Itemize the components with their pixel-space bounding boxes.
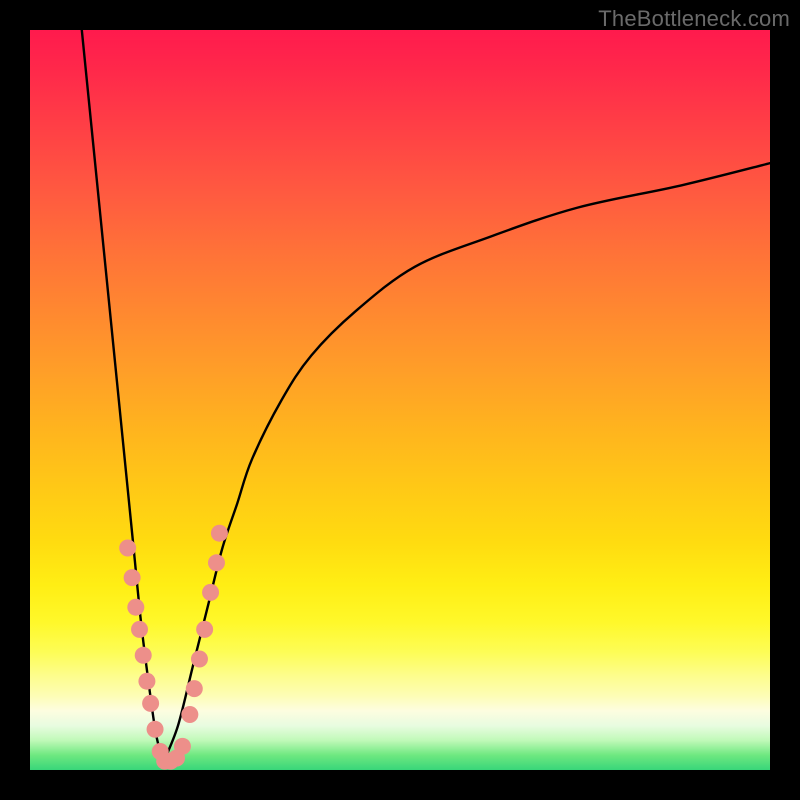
marker-dot — [174, 738, 191, 755]
marker-dot — [211, 525, 228, 542]
curve-group — [82, 30, 770, 763]
marker-dot — [138, 673, 155, 690]
marker-dot — [191, 651, 208, 668]
watermark-text: TheBottleneck.com — [598, 6, 790, 32]
plot-area — [30, 30, 770, 770]
marker-dot — [127, 599, 144, 616]
marker-dot — [147, 721, 164, 738]
marker-dot — [131, 621, 148, 638]
marker-dot — [135, 647, 152, 664]
marker-dot — [196, 621, 213, 638]
marker-dot — [119, 540, 136, 557]
marker-dot — [186, 680, 203, 697]
marker-dot — [181, 706, 198, 723]
chart-svg — [30, 30, 770, 770]
curve-right-branch — [163, 163, 770, 762]
marker-dot — [142, 695, 159, 712]
marker-dot — [124, 569, 141, 586]
chart-frame: TheBottleneck.com — [0, 0, 800, 800]
marker-dot — [202, 584, 219, 601]
marker-dot — [208, 554, 225, 571]
